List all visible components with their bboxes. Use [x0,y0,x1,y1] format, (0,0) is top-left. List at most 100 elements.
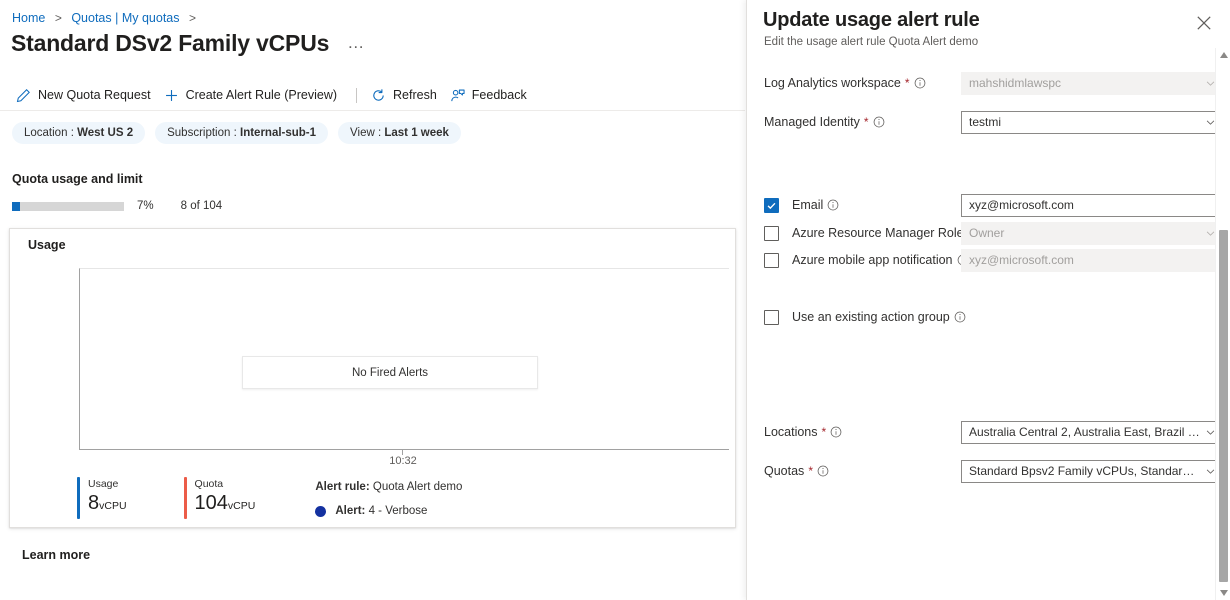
quota-usage-progress-fill [12,202,20,211]
field-row-arm-role: Azure Resource Manager Role Owner [764,221,1214,245]
alert-rule-label: Alert rule: [315,481,369,493]
legend-usage-label: Usage [88,477,127,491]
quota-usage-progress-track [12,202,124,211]
locations-label: Locations [764,425,818,439]
alert-severity-line: Alert: 4 - Verbose [315,505,462,517]
mobile-app-label-group: Azure mobile app notification [764,253,969,268]
filter-pill-subscription[interactable]: Subscription : Internal-sub-1 [155,122,328,144]
breadcrumb-separator-icon: > [189,11,196,25]
learn-more-link[interactable]: Learn more [22,548,90,562]
info-icon[interactable] [830,426,842,438]
new-quota-request-label: New Quota Request [38,88,151,102]
email-input[interactable]: xyz@microsoft.com [961,194,1223,217]
create-alert-rule-button[interactable]: Create Alert Rule (Preview) [160,84,346,107]
legend-usage-unit: vCPU [99,500,126,512]
locations-value: Australia Central 2, Australia East, Bra… [969,425,1201,439]
scroll-down-arrow-icon[interactable] [1216,586,1230,600]
quotas-label-group: Quotas * [764,464,829,478]
managed-identity-dropdown[interactable]: testmi [961,111,1223,134]
quotas-dropdown[interactable]: Standard Bpsv2 Family vCPUs, Standard DS… [961,460,1223,483]
filter-pill-row: Location : West US 2 Subscription : Inte… [12,122,461,144]
new-quota-request-button[interactable]: New Quota Request [12,84,160,107]
alert-severity-dot-icon [315,506,326,517]
filter-location-value: West US 2 [77,127,133,139]
mobile-app-label: Azure mobile app notification [792,253,953,267]
scrollbar-thumb[interactable] [1219,230,1228,582]
action-group-label-group: Use an existing action group [764,310,966,325]
field-row-quotas: Quotas * Standard Bpsv2 Family vCPUs, St… [764,459,1214,483]
breadcrumb-item-quotas[interactable]: Quotas | My quotas [71,11,179,25]
page-title-row: Standard DSv2 Family vCPUs … [11,29,369,57]
managed-identity-label-group: Managed Identity * [764,115,885,129]
usage-chart-plot-area[interactable]: No Fired Alerts [79,268,729,450]
filter-pill-view[interactable]: View : Last 1 week [338,122,461,144]
filter-location-name: Location [24,127,67,139]
usage-chart-legend: Usage 8vCPU Quota 104vCPU [77,477,462,519]
alert-severity-value: 4 - Verbose [369,505,428,517]
alert-severity-label: Alert: [335,505,365,517]
arm-role-checkbox[interactable] [764,226,779,241]
create-alert-rule-label: Create Alert Rule (Preview) [186,88,337,102]
quota-usage-section-title: Quota usage and limit [12,172,143,186]
managed-identity-value: testmi [969,115,1201,129]
quota-usage-ratio: 8 of 104 [181,200,223,212]
field-row-log-analytics-workspace: Log Analytics workspace * mahshidmlawspc [764,71,1214,95]
page-title: Standard DSv2 Family vCPUs [11,29,329,57]
info-icon[interactable] [873,116,885,128]
log-analytics-workspace-dropdown[interactable]: mahshidmlawspc [961,72,1223,95]
plus-icon [164,88,179,103]
panel-title: Update usage alert rule [763,9,980,32]
scroll-up-arrow-icon[interactable] [1216,48,1230,62]
filter-view-name: View [350,127,375,139]
legend-quota-unit: vCPU [228,500,255,512]
info-icon[interactable] [914,77,926,89]
quota-detail-pane: Home > Quotas | My quotas > Standard DSv… [0,0,745,600]
command-bar-divider [356,88,357,103]
action-group-label: Use an existing action group [792,310,950,324]
mobile-app-checkbox[interactable] [764,253,779,268]
filter-pill-location[interactable]: Location : West US 2 [12,122,145,144]
legend-usage-value: 8 [88,492,99,514]
arm-role-dropdown[interactable]: Owner [961,222,1223,245]
info-icon[interactable] [817,465,829,477]
no-fired-alerts-banner: No Fired Alerts [242,356,538,389]
refresh-button[interactable]: Refresh [367,84,446,107]
field-row-managed-identity: Managed Identity * testmi [764,110,1214,134]
email-label: Email [792,198,823,212]
field-row-action-group: Use an existing action group [764,305,1214,329]
breadcrumb-item-home[interactable]: Home [12,11,45,25]
field-row-email: Email xyz@microsoft.com [764,193,1214,217]
usage-card-title: Usage [28,238,66,252]
legend-metric-usage: Usage 8vCPU [77,477,127,519]
quotas-label: Quotas [764,464,804,478]
required-asterisk: * [905,78,910,88]
breadcrumb-separator-icon: > [55,11,62,25]
action-group-checkbox[interactable] [764,310,779,325]
more-options-icon[interactable]: … [343,34,369,52]
log-analytics-workspace-label: Log Analytics workspace [764,76,901,90]
legend-metric-quota: Quota 104vCPU [184,477,256,519]
info-icon[interactable] [827,199,839,211]
panel-scrollbar[interactable] [1215,48,1230,600]
email-checkbox[interactable] [764,198,779,213]
arm-role-value: Owner [969,226,1201,240]
email-label-group: Email [764,198,839,213]
field-row-locations: Locations * Australia Central 2, Austral… [764,420,1214,444]
filter-subscription-name: Subscription [167,127,230,139]
feedback-label: Feedback [472,88,527,102]
managed-identity-label: Managed Identity [764,115,860,129]
locations-dropdown[interactable]: Australia Central 2, Australia East, Bra… [961,421,1223,444]
legend-quota-value: 104 [195,492,228,514]
log-analytics-workspace-label-group: Log Analytics workspace * [764,76,926,90]
alert-rule-line: Alert rule: Quota Alert demo [315,479,462,495]
email-value: xyz@microsoft.com [969,198,1216,212]
feedback-button[interactable]: Feedback [446,84,536,107]
log-analytics-workspace-value: mahshidmlawspc [969,76,1201,90]
mobile-app-input[interactable]: xyz@microsoft.com [961,249,1223,272]
filter-subscription-value: Internal-sub-1 [240,127,316,139]
legend-quota-value-group: 104vCPU [195,491,256,519]
required-asterisk: * [864,117,869,127]
close-icon[interactable] [1195,14,1213,32]
legend-usage-value-group: 8vCPU [88,491,127,519]
info-icon[interactable] [954,311,966,323]
